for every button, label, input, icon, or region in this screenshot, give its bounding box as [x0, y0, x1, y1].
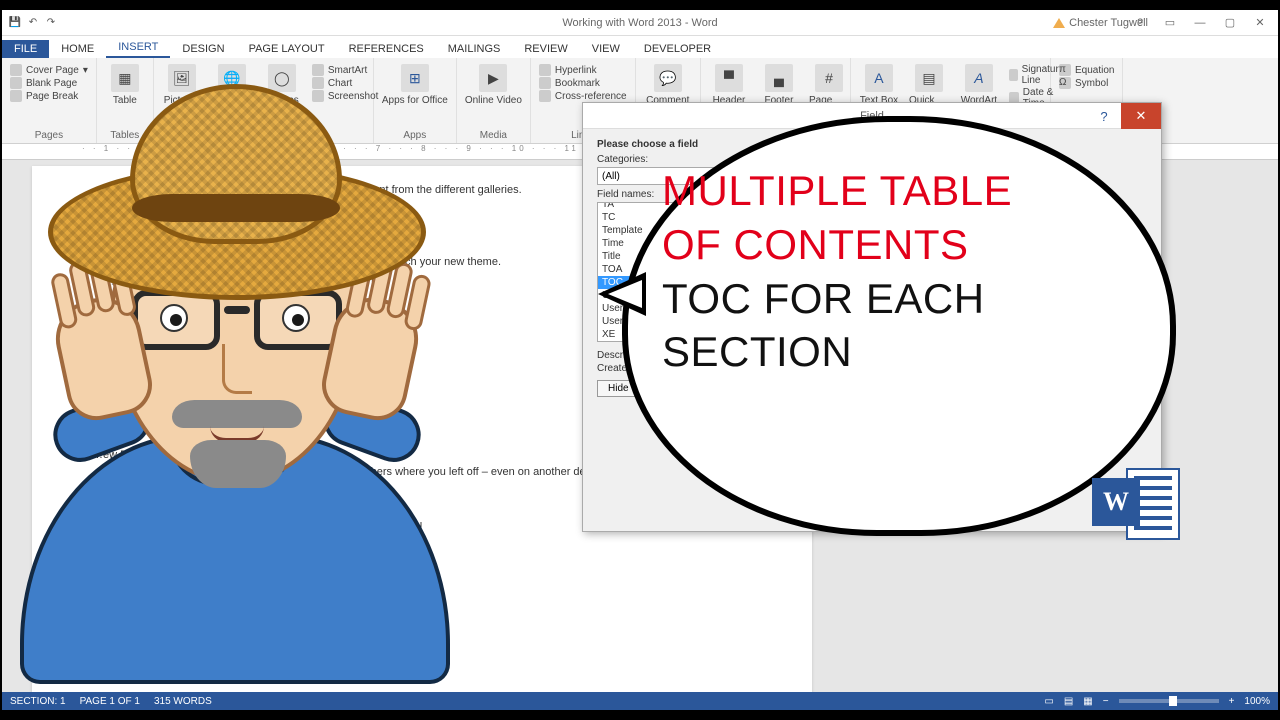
view-read-icon[interactable]: ▭ — [1044, 696, 1053, 707]
equation-button[interactable]: πEquation — [1059, 64, 1114, 76]
zoom-slider[interactable] — [1119, 699, 1219, 703]
status-page[interactable]: PAGE 1 OF 1 — [80, 696, 140, 707]
status-section[interactable]: SECTION: 1 — [10, 696, 66, 707]
minimize-icon[interactable]: — — [1186, 14, 1214, 32]
symbol-button[interactable]: ΩSymbol — [1059, 77, 1114, 89]
online-video-button[interactable]: ▶Online Video — [465, 64, 522, 106]
bubble-line: MULTIPLE TABLE — [662, 164, 1144, 218]
save-icon[interactable]: 💾 — [8, 15, 22, 29]
close-icon[interactable]: ✕ — [1246, 14, 1274, 32]
text-box-button[interactable]: AText Box — [859, 64, 899, 106]
zoom-out-icon[interactable]: − — [1103, 696, 1109, 707]
status-words[interactable]: 315 WORDS — [154, 696, 212, 707]
hyperlink-button[interactable]: Hyperlink — [539, 64, 627, 76]
presenter-avatar — [0, 44, 470, 684]
word-logo-icon: W — [1092, 464, 1180, 544]
zoom-level[interactable]: 100% — [1244, 696, 1270, 707]
quick-access-toolbar: 💾 ↶ ↷ — [8, 15, 58, 29]
maximize-icon[interactable]: ▢ — [1216, 14, 1244, 32]
wordart-icon: A — [965, 64, 993, 92]
bubble-line: TOC FOR EACH — [662, 272, 1144, 326]
redo-icon[interactable]: ↷ — [44, 15, 58, 29]
ribbon-display-icon[interactable]: ▭ — [1156, 14, 1184, 32]
comment-icon: 💬 — [654, 64, 682, 92]
view-web-icon[interactable]: ▦ — [1083, 696, 1092, 707]
view-print-icon[interactable]: ▤ — [1064, 696, 1073, 707]
footer-button[interactable]: ▄Footer — [759, 64, 799, 106]
comment-button[interactable]: 💬Comment — [644, 64, 692, 106]
window-title: Working with Word 2013 - Word — [562, 17, 717, 29]
bubble-line: SECTION — [662, 325, 1144, 379]
bubble-line: OF CONTENTS — [662, 218, 1144, 272]
cross-reference-button[interactable]: Cross-reference — [539, 90, 627, 102]
status-bar: SECTION: 1 PAGE 1 OF 1 315 WORDS ▭ ▤ ▦ −… — [2, 692, 1278, 710]
bookmark-button[interactable]: Bookmark — [539, 77, 627, 89]
titlebar: 💾 ↶ ↷ Working with Word 2013 - Word Ches… — [2, 10, 1278, 36]
help-icon[interactable]: ? — [1126, 14, 1154, 32]
textbox-icon: A — [865, 64, 893, 92]
tab-view[interactable]: VIEW — [580, 40, 632, 58]
header-icon: ▀ — [715, 64, 743, 92]
tab-review[interactable]: REVIEW — [512, 40, 579, 58]
wordart-button[interactable]: AWordArt — [959, 64, 999, 106]
header-button[interactable]: ▀Header — [709, 64, 749, 106]
video-icon: ▶ — [479, 64, 507, 92]
tab-developer[interactable]: DEVELOPER — [632, 40, 723, 58]
undo-icon[interactable]: ↶ — [26, 15, 40, 29]
quickparts-icon: ▤ — [915, 64, 943, 92]
footer-icon: ▄ — [765, 64, 793, 92]
zoom-in-icon[interactable]: + — [1229, 696, 1235, 707]
pagenum-icon: # — [815, 64, 843, 92]
